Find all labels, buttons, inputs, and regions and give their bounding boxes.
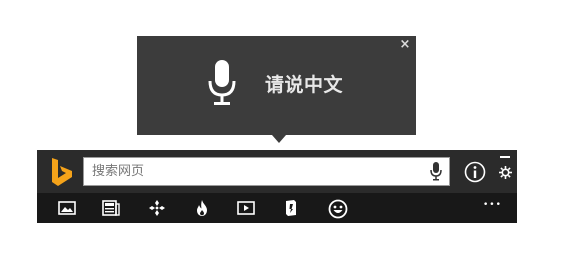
close-popup-button[interactable]: × — [398, 38, 412, 52]
search-input[interactable] — [84, 158, 414, 185]
videos-button[interactable] — [237, 199, 255, 217]
gear-icon[interactable] — [499, 166, 512, 179]
dictionary-button[interactable] — [282, 199, 300, 217]
dictionary-book-icon — [286, 200, 296, 216]
trending-flame-icon — [197, 200, 207, 216]
quick-access-toolbar: ••• — [37, 193, 517, 223]
microphone-icon — [208, 60, 236, 105]
apps-button[interactable] — [148, 199, 166, 217]
search-box — [83, 157, 450, 186]
smiley-icon — [328, 199, 348, 219]
trending-button[interactable] — [193, 199, 211, 217]
fun-button[interactable] — [328, 199, 348, 219]
voice-search-mic-icon[interactable] — [430, 162, 442, 181]
voice-prompt-label: 请说中文 — [265, 74, 344, 96]
bing-logo-icon — [52, 158, 72, 186]
more-button[interactable]: ••• — [483, 200, 502, 210]
info-icon[interactable] — [464, 161, 486, 183]
news-icon — [102, 200, 120, 216]
image-icon — [58, 201, 76, 215]
minimize-button[interactable] — [500, 156, 510, 158]
images-button[interactable] — [58, 199, 76, 217]
popup-pointer — [272, 135, 286, 143]
apps-icon — [149, 200, 165, 216]
news-button[interactable] — [102, 199, 120, 217]
search-bar — [37, 150, 517, 193]
video-icon — [237, 201, 255, 215]
voice-input-popup: × 请说中文 — [137, 36, 416, 135]
